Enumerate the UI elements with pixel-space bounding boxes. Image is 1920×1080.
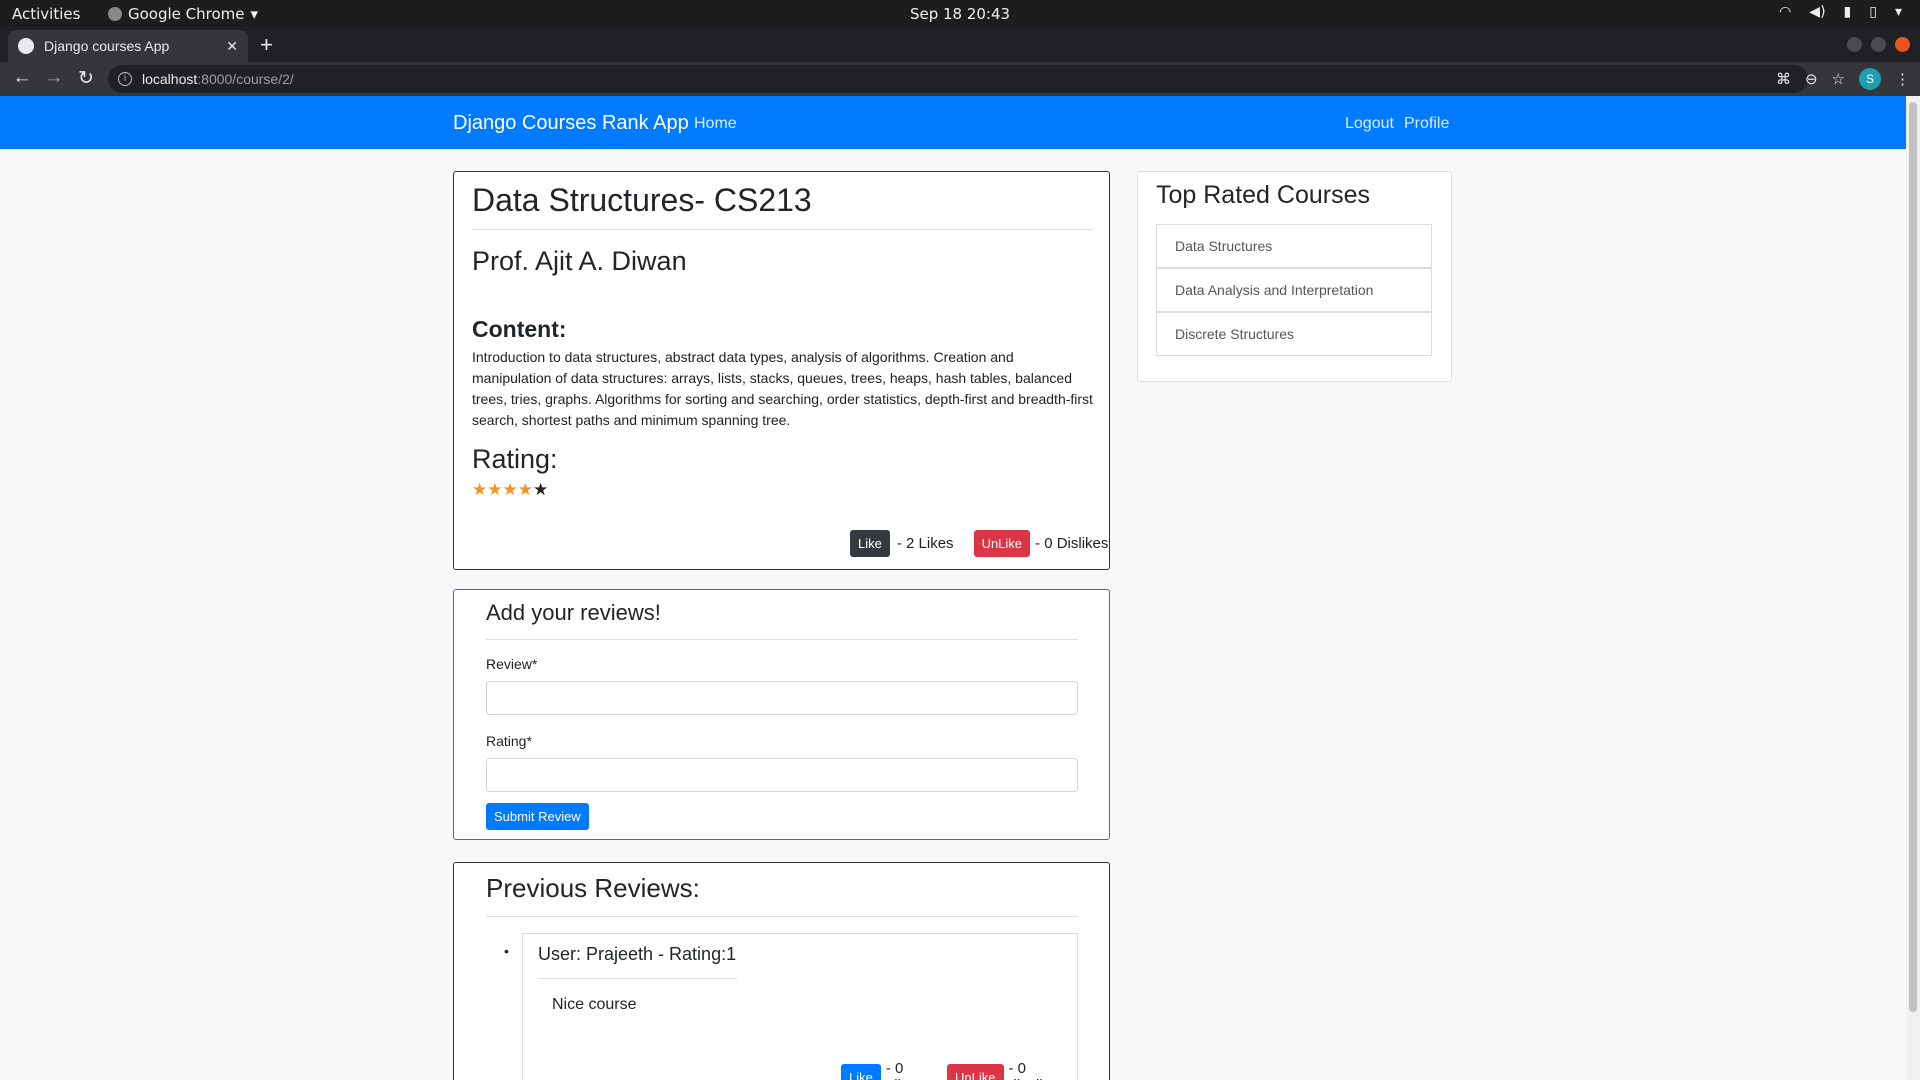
previous-reviews-heading: Previous Reviews: [486,873,700,903]
app-menu-label: Google Chrome [128,5,245,23]
review-header: User: Prajeeth - Rating:1 [538,944,737,964]
review-form-heading: Add your reviews! [486,600,661,625]
top-rated-item[interactable]: Data Analysis and Interpretation [1156,268,1432,312]
maximize-icon[interactable] [1871,37,1886,52]
power-menu-icon: ▾ [1894,4,1902,20]
close-tab-icon[interactable]: ✕ [226,38,238,55]
course-like-button[interactable]: Like [850,530,890,557]
course-title: Data Structures- CS213 [472,182,812,218]
minimize-icon[interactable] [1847,37,1862,52]
top-rated-item[interactable]: Data Structures [1156,224,1432,268]
review-unlike-button[interactable]: UnLike [947,1063,1004,1080]
divider [472,229,1091,230]
bookmark-star-icon[interactable]: ☆ [1832,70,1845,88]
caret-down-icon: ▾ [250,5,259,23]
nav-profile-link[interactable]: Profile [1404,115,1449,133]
rating-field-label: Rating* [486,733,532,749]
browser-tab[interactable]: Django courses App ✕ [8,30,248,62]
chrome-icon [108,7,122,21]
rating-stars: ★★★★★ [472,480,548,500]
top-rated-item[interactable]: Discrete Structures [1156,312,1432,356]
battery-icon: ▯ [1869,4,1877,20]
review-item: User: Prajeeth - Rating:1 Nice course Li… [522,933,1078,1080]
top-rated-card: Top Rated Courses Data Structures Data A… [1137,171,1452,382]
browser-toolbar: ← → ↻ i localhost :8000/course/2/ ⌘ ⊖ ☆ … [0,62,1920,96]
nav-home-link[interactable]: Home [694,115,737,133]
course-likes-count: - 2 Likes [896,535,954,552]
review-like-button[interactable]: Like [841,1063,881,1080]
submit-review-button[interactable]: Submit Review [486,803,589,830]
app-menu[interactable]: Google Chrome ▾ [108,5,258,23]
review-field-label: Review* [486,656,538,672]
star-icon: ★ [487,480,503,499]
divider [486,639,1078,640]
profile-avatar[interactable]: S [1859,68,1881,90]
star-icon: ★ [502,480,518,499]
page-scrollbar[interactable] [1906,96,1920,1080]
menu-dots-icon[interactable]: ⋮ [1895,70,1910,88]
star-icon: ★ [472,480,488,499]
url-host: localhost [142,71,198,87]
rating-input[interactable] [486,758,1078,792]
site-navbar: Django Courses Rank App Home Logout Prof… [0,96,1906,149]
system-tray[interactable]: ◠ ◀) ▮ ▯ ▾ [1779,4,1902,20]
list-bullet: • [504,943,509,959]
divider [538,978,738,979]
window-controls [1847,37,1910,52]
translate-icon[interactable]: ⌘ [1776,70,1791,88]
globe-icon [18,38,34,54]
course-card: Data Structures- CS213 Prof. Ajit A. Diw… [453,171,1110,570]
close-window-icon[interactable] [1895,37,1910,52]
course-dislikes-count: - 0 Dislikes [1035,535,1109,552]
course-description: Introduction to data structures, abstrac… [472,349,1093,428]
review-input[interactable] [486,681,1078,715]
previous-reviews-card: Previous Reviews: • User: Prajeeth - Rat… [453,862,1110,1080]
info-icon[interactable]: i [118,72,132,86]
divider [486,916,1078,917]
star-icon: ★ [533,480,549,499]
content-heading: Content: [472,316,567,342]
review-likes-count: - 0 Likes [885,1060,921,1080]
professor-name: Prof. Ajit A. Diwan [472,246,687,276]
tab-strip: Django courses App ✕ + [0,27,1920,62]
scrollbar-thumb[interactable] [1909,102,1917,1012]
back-arrow-icon[interactable]: ← [10,67,34,89]
tab-title: Django courses App [44,38,170,54]
top-rated-heading: Top Rated Courses [1156,181,1371,209]
review-body: Nice course [552,996,637,1013]
rating-heading: Rating: [472,444,558,474]
reload-icon[interactable]: ↻ [74,67,98,90]
zoom-icon[interactable]: ⊖ [1805,70,1818,88]
nav-logout-link[interactable]: Logout [1345,115,1394,133]
forward-arrow-icon[interactable]: → [42,67,66,89]
system-top-bar: Activities Google Chrome ▾ Sep 18 20:43 … [0,0,1920,27]
star-icon: ★ [517,480,533,499]
clock[interactable]: Sep 18 20:43 [910,5,1010,23]
url-path: :8000/course/2/ [197,71,294,87]
volume-icon: ◀) [1809,4,1826,20]
activities-button[interactable]: Activities [12,5,80,23]
address-bar[interactable]: i localhost :8000/course/2/ [108,65,1808,93]
navbar-brand[interactable]: Django Courses Rank App [453,112,689,135]
course-unlike-button[interactable]: UnLike [973,530,1031,557]
review-dislikes-count: - 0 disLikes [1008,1060,1063,1080]
new-tab-icon[interactable]: + [260,32,273,58]
review-form-card: Add your reviews! Review* Rating* Submit… [453,589,1110,840]
microphone-icon: ▮ [1843,4,1852,20]
page-viewport: Django Courses Rank App Home Logout Prof… [0,96,1906,1080]
wifi-icon: ◠ [1779,4,1792,20]
